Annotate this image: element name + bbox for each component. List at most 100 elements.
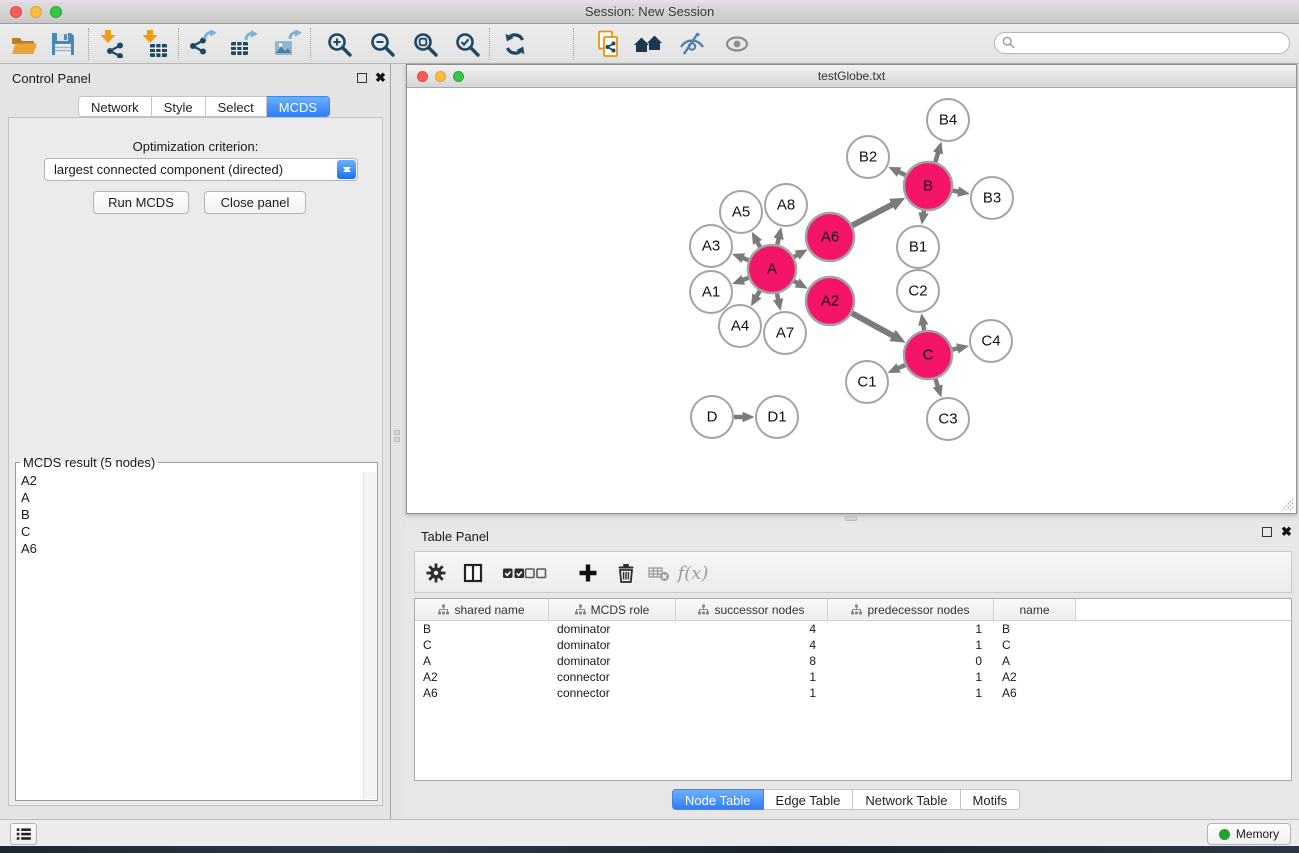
- table-row[interactable]: Bdominator41B: [415, 621, 1291, 637]
- mcds-result-item[interactable]: A2: [17, 472, 363, 489]
- show-task-history-button[interactable]: [10, 823, 37, 845]
- table-cell[interactable]: 4: [676, 621, 828, 637]
- graph-node-B2[interactable]: B2: [847, 136, 889, 178]
- home-button[interactable]: [632, 29, 666, 59]
- import-network-button[interactable]: [95, 29, 129, 59]
- table-cell[interactable]: B: [994, 621, 1076, 637]
- network-window-titlebar[interactable]: testGlobe.txt: [407, 65, 1296, 88]
- search-input[interactable]: [994, 32, 1290, 54]
- table-cell[interactable]: 0: [828, 653, 994, 669]
- column-header-successor-nodes[interactable]: successor nodes: [676, 599, 828, 620]
- graph-edge-A6-B[interactable]: [852, 204, 894, 226]
- tab-edge-table[interactable]: Edge Table: [764, 789, 854, 810]
- graph-node-B3[interactable]: B3: [971, 177, 1013, 219]
- column-header-name[interactable]: name: [994, 599, 1076, 620]
- delete-column-button[interactable]: [613, 560, 639, 586]
- tab-node-table[interactable]: Node Table: [672, 789, 764, 810]
- mcds-result-item[interactable]: A6: [17, 540, 363, 557]
- mcds-result-item[interactable]: C: [17, 523, 363, 540]
- graph-node-C3[interactable]: C3: [927, 398, 969, 440]
- table-row[interactable]: A2connector11A2: [415, 669, 1291, 685]
- graph-node-A6[interactable]: A6: [806, 213, 854, 261]
- resize-grip-icon[interactable]: [1281, 498, 1294, 511]
- table-row[interactable]: Cdominator41C: [415, 637, 1291, 653]
- table-cell[interactable]: 1: [828, 685, 994, 701]
- table-cell[interactable]: A6: [994, 685, 1076, 701]
- graph-node-A7[interactable]: A7: [764, 312, 806, 354]
- table-row[interactable]: A6connector11A6: [415, 685, 1291, 701]
- refresh-button[interactable]: [498, 29, 532, 59]
- table-cell[interactable]: 1: [676, 669, 828, 685]
- table-cell[interactable]: 1: [828, 637, 994, 653]
- table-cell[interactable]: 1: [676, 685, 828, 701]
- run-mcds-button[interactable]: Run MCDS: [93, 191, 189, 214]
- table-cell[interactable]: A2: [994, 669, 1076, 685]
- column-header-shared-name[interactable]: shared name: [415, 599, 549, 620]
- zoom-in-button[interactable]: [322, 29, 356, 59]
- show-columns-button[interactable]: [460, 560, 486, 586]
- graph-node-C4[interactable]: C4: [970, 320, 1012, 362]
- mcds-result-item[interactable]: B: [17, 506, 363, 523]
- tab-network[interactable]: Network: [78, 96, 152, 117]
- table-cell[interactable]: 1: [828, 621, 994, 637]
- table-cell[interactable]: dominator: [549, 621, 676, 637]
- graph-node-B4[interactable]: B4: [927, 99, 969, 141]
- close-panel-button[interactable]: Close panel: [204, 191, 306, 214]
- graph-node-A2[interactable]: A2: [806, 277, 854, 325]
- table-cell[interactable]: B: [415, 621, 549, 637]
- criterion-select[interactable]: largest connected component (directed): [44, 158, 358, 181]
- save-session-button[interactable]: [46, 29, 80, 59]
- network-from-clipboard-button[interactable]: [592, 29, 626, 59]
- table-float-panel-icon[interactable]: [1262, 527, 1272, 537]
- import-table-button[interactable]: [137, 29, 171, 59]
- hide-graphics-details-button[interactable]: [675, 29, 709, 59]
- mcds-result-scrollbar[interactable]: [363, 472, 376, 799]
- graph-node-D1[interactable]: D1: [756, 396, 798, 438]
- tab-mcds[interactable]: MCDS: [267, 96, 330, 117]
- close-panel-icon[interactable]: ✖: [375, 70, 386, 86]
- horizontal-splitter-grip[interactable]: [845, 516, 857, 521]
- function-builder-button[interactable]: f(x): [676, 560, 710, 586]
- table-cell[interactable]: A2: [415, 669, 549, 685]
- zoom-selected-button[interactable]: [450, 29, 484, 59]
- export-network-button[interactable]: [186, 29, 220, 59]
- graph-node-A1[interactable]: A1: [690, 271, 732, 313]
- mcds-result-item[interactable]: A: [17, 489, 363, 506]
- graph-node-C1[interactable]: C1: [846, 361, 888, 403]
- deselect-all-button[interactable]: [523, 560, 549, 586]
- table-cell[interactable]: 8: [676, 653, 828, 669]
- table-cell[interactable]: C: [415, 637, 549, 653]
- graph-node-A[interactable]: A: [748, 245, 796, 293]
- table-cell[interactable]: dominator: [549, 637, 676, 653]
- vertical-splitter-grip[interactable]: [394, 430, 402, 446]
- table-cell[interactable]: 4: [676, 637, 828, 653]
- tab-style[interactable]: Style: [152, 96, 206, 117]
- table-cell[interactable]: connector: [549, 669, 676, 685]
- graph-node-C[interactable]: C: [904, 331, 952, 379]
- open-session-button[interactable]: [7, 29, 41, 59]
- show-hide-panels-button[interactable]: [720, 29, 754, 59]
- table-cell[interactable]: dominator: [549, 653, 676, 669]
- table-row[interactable]: Adominator80A: [415, 653, 1291, 669]
- graph-edge-A2-C[interactable]: [852, 313, 894, 336]
- graph-node-B1[interactable]: B1: [897, 226, 939, 268]
- graph-node-A4[interactable]: A4: [719, 305, 761, 347]
- graph-node-A5[interactable]: A5: [720, 191, 762, 233]
- table-cell[interactable]: A6: [415, 685, 549, 701]
- network-canvas[interactable]: B4B2BB3A8A5A6B1A3AA1C2A2A4A7C4CC1C3DD1: [407, 88, 1296, 513]
- export-image-button[interactable]: [271, 29, 305, 59]
- table-close-panel-icon[interactable]: ✖: [1281, 524, 1292, 540]
- export-table-button[interactable]: [227, 29, 261, 59]
- float-panel-icon[interactable]: [357, 73, 367, 83]
- zoom-out-button[interactable]: [365, 29, 399, 59]
- graph-node-A8[interactable]: A8: [765, 184, 807, 226]
- column-header-predecessor-nodes[interactable]: predecessor nodes: [828, 599, 994, 620]
- graph-node-C2[interactable]: C2: [897, 270, 939, 312]
- table-settings-button[interactable]: [423, 560, 449, 586]
- table-cell[interactable]: A: [994, 653, 1076, 669]
- column-header-MCDS-role[interactable]: MCDS role: [549, 599, 676, 620]
- tab-motifs[interactable]: Motifs: [961, 789, 1021, 810]
- create-column-button[interactable]: [575, 560, 601, 586]
- zoom-fit-button[interactable]: [408, 29, 442, 59]
- tab-select[interactable]: Select: [206, 96, 267, 117]
